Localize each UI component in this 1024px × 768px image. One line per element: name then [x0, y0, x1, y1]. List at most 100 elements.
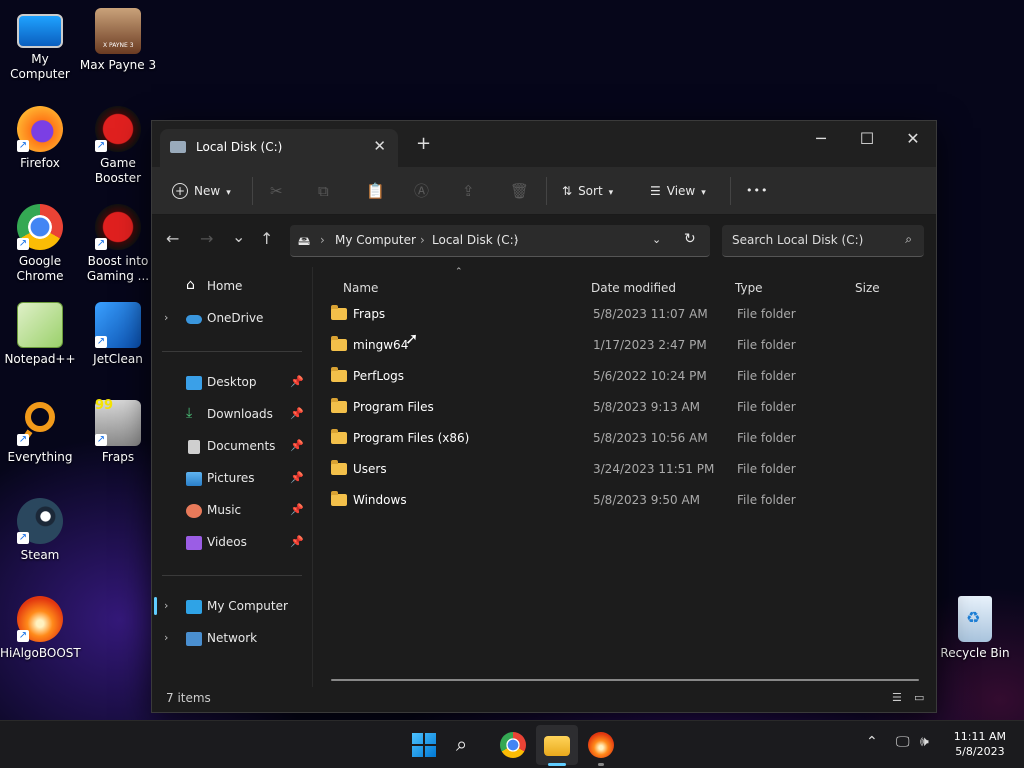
search-box[interactable]: Search Local Disk (C:) ⌕: [722, 225, 924, 257]
chevron-down-icon: ▾: [226, 188, 231, 198]
download-icon: ⤓: [186, 405, 193, 421]
table-row[interactable]: Windows 5/8/2023 9:50 AM File folder: [323, 487, 923, 515]
maximize-button[interactable]: ☐: [844, 125, 890, 157]
chevron-down-icon: ▾: [701, 188, 706, 198]
file-date: 5/8/2023 11:07 AM: [593, 307, 708, 321]
recycle-symbol-icon: ♻: [966, 608, 981, 627]
sidebar-item-music[interactable]: Music 📌: [152, 497, 310, 525]
desktop-icon-everything[interactable]: ↗ Everything: [0, 400, 80, 465]
breadcrumb-local-disk[interactable]: Local Disk (C:): [432, 233, 518, 247]
sidebar-item-downloads[interactable]: ⤓ Downloads 📌: [152, 401, 310, 429]
table-row[interactable]: Users 3/24/2023 11:51 PM File folder: [323, 456, 923, 484]
new-tab-button[interactable]: +: [416, 133, 431, 154]
sidebar-item-network[interactable]: › Network: [152, 625, 310, 653]
file-date: 5/6/2022 10:24 PM: [593, 369, 707, 383]
tiles-view-button[interactable]: ▭: [914, 691, 924, 704]
sidebar-item-documents[interactable]: Documents 📌: [152, 433, 310, 461]
cloud-icon: [186, 315, 202, 324]
table-row[interactable]: Fraps 5/8/2023 11:07 AM File folder: [323, 301, 923, 329]
pin-icon: 📌: [290, 503, 304, 516]
desktop-icon-notepad-plus[interactable]: Notepad++: [0, 302, 80, 367]
sidebar-item-label: My Computer: [207, 599, 288, 613]
desktop-icon-game-booster[interactable]: ↗ Game Booster: [78, 106, 158, 186]
picture-icon: [186, 472, 202, 486]
paste-icon[interactable]: 📋: [366, 179, 385, 203]
column-header-date[interactable]: Date modified: [591, 281, 676, 295]
address-dropdown-icon[interactable]: ⌄: [652, 233, 661, 246]
up-button[interactable]: ↑: [260, 229, 273, 248]
close-button[interactable]: ✕: [890, 125, 936, 157]
firefox-icon: ↗: [17, 106, 63, 152]
breadcrumb-my-computer[interactable]: My Computer: [335, 233, 416, 247]
rename-icon[interactable]: Ⓐ: [414, 179, 429, 203]
desktop-icon-hialgoboost[interactable]: ↗ HiAlgoBOOST: [0, 596, 81, 661]
column-header-name[interactable]: Name: [343, 281, 378, 295]
copy-icon[interactable]: ⧉: [318, 179, 329, 203]
tab-close-button[interactable]: ✕: [373, 137, 386, 155]
sidebar-item-pictures[interactable]: Pictures 📌: [152, 465, 310, 493]
tab-local-disk[interactable]: Local Disk (C:) ✕: [160, 129, 398, 167]
network-icon[interactable]: 🖵: [896, 734, 910, 750]
more-options-button[interactable]: •••: [746, 179, 768, 203]
minimize-button[interactable]: ─: [798, 125, 844, 157]
desktop-icon-steam[interactable]: ↗ Steam: [0, 498, 80, 563]
show-hidden-icons-button[interactable]: ⌃: [866, 734, 878, 750]
taskbar: ⌕ ⌃ 🖵 🕪 11:11 AM 5/8/2023: [0, 720, 1024, 768]
new-button[interactable]: + New ▾: [172, 179, 231, 203]
monitor-icon: [186, 600, 202, 614]
chevron-right-icon: ›: [420, 233, 425, 247]
desktop-icon-firefox[interactable]: ↗ Firefox: [0, 106, 80, 171]
chrome-taskbar-icon[interactable]: [500, 732, 526, 758]
address-bar[interactable]: 🖴 › My Computer › Local Disk (C:) › ⌄ ↻: [290, 225, 710, 257]
search-input[interactable]: Search Local Disk (C:): [732, 233, 863, 247]
back-button[interactable]: ←: [166, 229, 179, 248]
hialgoboost-taskbar-icon[interactable]: [588, 732, 614, 758]
forward-button[interactable]: →: [200, 229, 213, 248]
desktop-icon-jetclean[interactable]: ↗ JetClean: [78, 302, 158, 367]
toolbar-divider: [546, 177, 547, 205]
chevron-right-icon: ›: [164, 631, 169, 644]
desktop-icon-recycle-bin[interactable]: ♻ Recycle Bin: [935, 596, 1015, 661]
sidebar-item-home[interactable]: ⌂ Home: [152, 273, 310, 301]
view-button[interactable]: ☰ View ▾: [650, 179, 706, 203]
table-row[interactable]: Program Files 5/8/2023 9:13 AM File fold…: [323, 394, 923, 422]
system-clock[interactable]: 11:11 AM 5/8/2023: [954, 729, 1006, 759]
desktop-icon-google-chrome[interactable]: ↗ Google Chrome: [0, 204, 80, 284]
recent-locations-button[interactable]: ⌄: [232, 227, 245, 246]
table-row[interactable]: PerfLogs 5/6/2022 10:24 PM File folder: [323, 363, 923, 391]
sort-button[interactable]: ⇅ Sort ▾: [562, 179, 613, 203]
folder-icon: [331, 429, 347, 444]
folder-icon: [331, 398, 347, 413]
sidebar-item-desktop[interactable]: Desktop 📌: [152, 369, 310, 397]
search-icon[interactable]: ⌕: [456, 732, 482, 758]
table-row[interactable]: Program Files (x86) 5/8/2023 10:56 AM Fi…: [323, 425, 923, 453]
file-name: Program Files (x86): [353, 431, 470, 445]
column-header-type[interactable]: Type: [735, 281, 763, 295]
desktop-icon-my-computer[interactable]: My Computer: [0, 10, 80, 82]
start-button[interactable]: [411, 732, 437, 758]
column-header-size[interactable]: Size: [855, 281, 880, 295]
file-type: File folder: [737, 462, 796, 476]
toolbar-divider: [252, 177, 253, 205]
horizontal-scrollbar[interactable]: [331, 679, 919, 681]
sidebar-item-videos[interactable]: Videos 📌: [152, 529, 310, 557]
sidebar-item-label: Music: [207, 503, 242, 517]
refresh-icon[interactable]: ↻: [684, 231, 696, 247]
volume-icon[interactable]: 🕪: [920, 734, 929, 750]
sidebar-item-my-computer[interactable]: › My Computer: [152, 593, 310, 621]
file-type: File folder: [737, 338, 796, 352]
file-name: Program Files: [353, 400, 434, 414]
pin-icon: 📌: [290, 375, 304, 388]
desktop-icon-boost-into-gaming[interactable]: ↗ Boost into Gaming ...: [78, 204, 158, 284]
sidebar-item-onedrive[interactable]: › OneDrive: [152, 305, 310, 333]
folder-icon: [331, 491, 347, 506]
desktop-icon-fraps[interactable]: 99 ↗ Fraps: [78, 398, 158, 465]
details-view-button[interactable]: ☰: [892, 691, 902, 704]
cut-icon[interactable]: ✂: [270, 179, 283, 203]
desktop-icon-max-payne-3[interactable]: X PAYNE 3 Max Payne 3: [78, 8, 158, 73]
delete-icon[interactable]: 🗑: [510, 179, 529, 203]
monitor-icon: [17, 14, 63, 48]
share-icon[interactable]: ⇪: [462, 179, 475, 203]
folder-icon: [331, 460, 347, 475]
file-explorer-taskbar-icon[interactable]: [544, 736, 570, 756]
